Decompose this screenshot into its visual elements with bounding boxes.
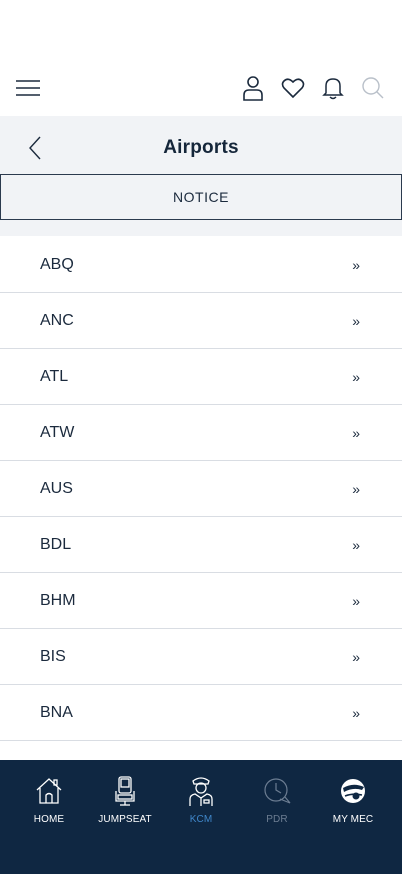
globe-logo-icon bbox=[336, 774, 370, 808]
airport-code: BDL bbox=[40, 535, 72, 553]
airport-row[interactable]: AUS » bbox=[0, 461, 402, 517]
status-area bbox=[0, 0, 402, 60]
title-row: Airports bbox=[0, 120, 402, 174]
nav-label: KCM bbox=[189, 814, 213, 825]
airport-code: BHM bbox=[40, 591, 76, 609]
home-icon bbox=[32, 774, 66, 808]
search-icon[interactable] bbox=[360, 74, 386, 102]
airport-row[interactable]: BHM » bbox=[0, 573, 402, 629]
menu-icon[interactable] bbox=[16, 77, 40, 99]
nav-home[interactable]: HOME bbox=[16, 774, 82, 874]
nav-kcm[interactable]: KCM bbox=[168, 774, 234, 874]
top-bar bbox=[0, 60, 402, 116]
nav-pdr[interactable]: PDR bbox=[244, 774, 310, 874]
double-chevron-right-icon: » bbox=[352, 424, 360, 441]
airport-row[interactable]: BNA » bbox=[0, 685, 402, 741]
airport-code: AUS bbox=[40, 479, 73, 497]
airport-code: ABQ bbox=[40, 255, 74, 273]
airport-code: BNA bbox=[40, 703, 73, 721]
airport-row[interactable]: BIS » bbox=[0, 629, 402, 685]
airport-row[interactable]: ABQ » bbox=[0, 237, 402, 293]
pilot-icon bbox=[184, 774, 218, 808]
airport-list: ABQ » ANC » ATL » ATW » AUS » BDL » BHM » BIS » BNA » bbox=[0, 237, 402, 741]
notice-button[interactable]: NOTICE bbox=[0, 174, 402, 220]
airport-code: ATL bbox=[40, 367, 69, 385]
double-chevron-right-icon: » bbox=[352, 368, 360, 385]
double-chevron-right-icon: » bbox=[352, 312, 360, 329]
nav-my-mec[interactable]: MY MEC bbox=[320, 774, 386, 874]
nav-label: PDR bbox=[266, 814, 288, 825]
nav-jumpseat[interactable]: JUMPSEAT bbox=[92, 774, 158, 874]
airport-row[interactable]: ATL » bbox=[0, 349, 402, 405]
nav-label: HOME bbox=[33, 814, 65, 825]
airport-row[interactable]: ATW » bbox=[0, 405, 402, 461]
double-chevron-right-icon: » bbox=[352, 704, 360, 721]
bell-icon[interactable] bbox=[320, 74, 346, 102]
heart-icon[interactable] bbox=[280, 74, 306, 102]
nav-label: MY MEC bbox=[332, 814, 374, 825]
airport-code: BIS bbox=[40, 647, 66, 665]
airport-row[interactable]: BDL » bbox=[0, 517, 402, 573]
clock-plane-icon bbox=[260, 774, 294, 808]
bottom-nav: HOME JUMPSEAT KCM PDR MY MEC bbox=[0, 760, 402, 874]
page-title: Airports bbox=[163, 137, 239, 158]
airport-code: ANC bbox=[40, 311, 74, 329]
airport-row[interactable]: ANC » bbox=[0, 293, 402, 349]
double-chevron-right-icon: » bbox=[352, 648, 360, 665]
nav-label: JUMPSEAT bbox=[98, 814, 152, 825]
double-chevron-right-icon: » bbox=[352, 592, 360, 609]
user-icon[interactable] bbox=[240, 74, 266, 102]
double-chevron-right-icon: » bbox=[352, 256, 360, 273]
double-chevron-right-icon: » bbox=[352, 480, 360, 497]
seat-icon bbox=[108, 774, 142, 808]
airport-code: ATW bbox=[40, 423, 75, 441]
double-chevron-right-icon: » bbox=[352, 536, 360, 553]
header-actions bbox=[240, 74, 386, 102]
